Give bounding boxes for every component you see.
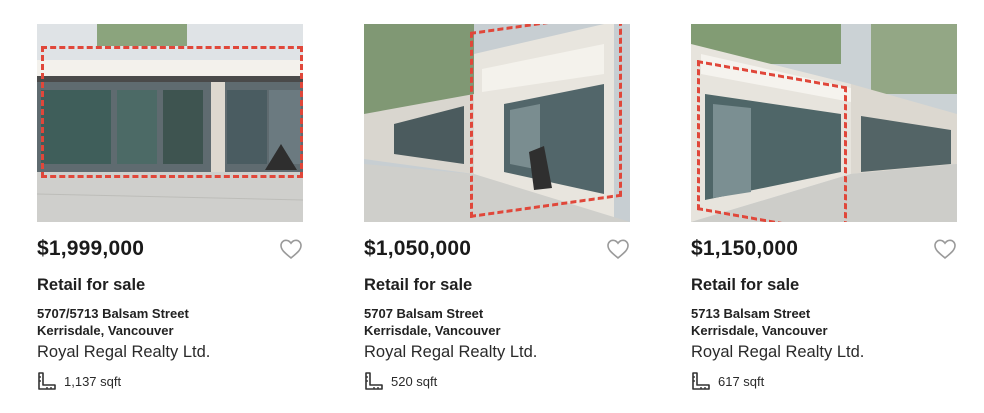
listing-size: 520 sqft <box>391 374 438 389</box>
storefront-image <box>691 24 957 222</box>
listing-size: 1,137 sqft <box>64 374 122 389</box>
listing-card[interactable]: $1,050,000 Retail for sale 5707 Balsam S… <box>364 24 630 391</box>
listing-brokerage: Royal Regal Realty Ltd. <box>691 343 865 361</box>
listing-brokerage: Royal Regal Realty Ltd. <box>37 343 211 361</box>
address-line-2: Kerrisdale, Vancouver <box>37 323 174 338</box>
ruler-icon <box>691 372 710 391</box>
listing-card[interactable]: $1,150,000 Retail for sale 5713 Balsam S… <box>691 24 957 391</box>
favorite-heart-icon[interactable] <box>933 238 957 260</box>
listing-photo[interactable] <box>691 24 957 222</box>
address-line-1: 5707 Balsam Street <box>364 306 484 321</box>
address-line-2: Kerrisdale, Vancouver <box>691 323 828 338</box>
address-line-1: 5713 Balsam Street <box>691 306 811 321</box>
address-line-1: 5707/5713 Balsam Street <box>37 306 189 321</box>
storefront-image <box>37 24 303 222</box>
listing-grid: $1,999,000 Retail for sale 5707/5713 Bal… <box>0 0 984 413</box>
favorite-heart-icon[interactable] <box>279 238 303 260</box>
listing-type: Retail for sale <box>691 276 800 294</box>
listing-address: 5713 Balsam Street Kerrisdale, Vancouver <box>691 305 957 339</box>
favorite-heart-icon[interactable] <box>606 238 630 260</box>
listing-type: Retail for sale <box>364 276 473 294</box>
listing-price: $1,150,000 <box>691 237 799 260</box>
listing-address: 5707 Balsam Street Kerrisdale, Vancouver <box>364 305 630 339</box>
listing-brokerage: Royal Regal Realty Ltd. <box>364 343 538 361</box>
listing-card[interactable]: $1,999,000 Retail for sale 5707/5713 Bal… <box>37 24 303 391</box>
listing-photo[interactable] <box>37 24 303 222</box>
address-line-2: Kerrisdale, Vancouver <box>364 323 501 338</box>
ruler-icon <box>364 372 383 391</box>
ruler-icon <box>37 372 56 391</box>
listing-size: 617 sqft <box>718 374 765 389</box>
storefront-image <box>364 24 630 222</box>
listing-price: $1,999,000 <box>37 237 145 260</box>
listing-photo[interactable] <box>364 24 630 222</box>
listing-price: $1,050,000 <box>364 237 472 260</box>
listing-type: Retail for sale <box>37 276 146 294</box>
listing-address: 5707/5713 Balsam Street Kerrisdale, Vanc… <box>37 305 303 339</box>
